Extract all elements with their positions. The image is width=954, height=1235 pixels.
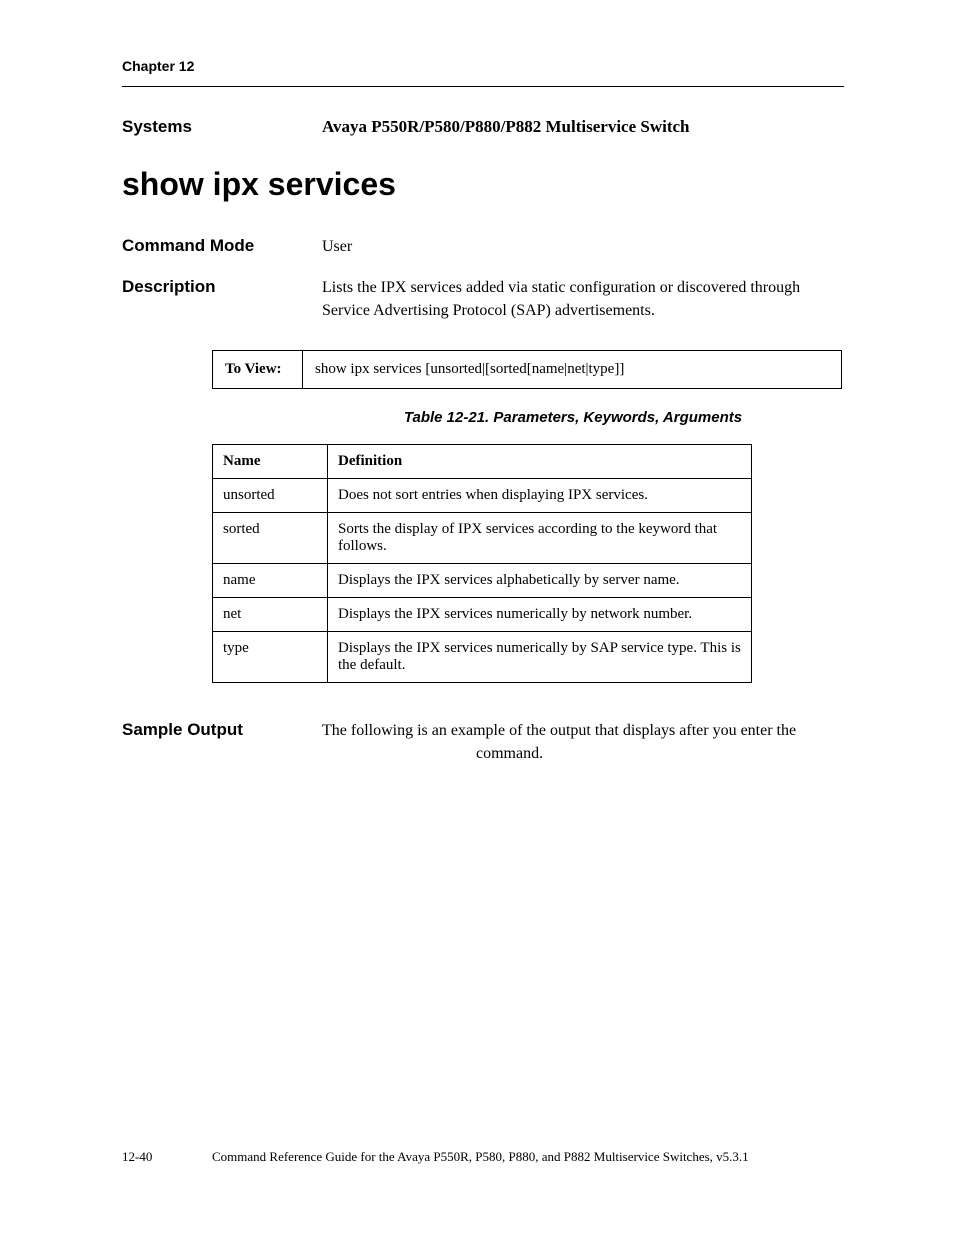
table-row: name Displays the IPX services alphabeti… <box>213 564 752 598</box>
header-rule <box>122 86 844 87</box>
command-mode-value: User <box>322 235 844 258</box>
view-label-cell: To View: <box>213 351 303 389</box>
description-label: Description <box>122 277 322 297</box>
chapter-label: Chapter 12 <box>122 58 844 74</box>
param-definition: Displays the IPX services alphabetically… <box>328 564 752 598</box>
param-name: sorted <box>213 513 328 564</box>
sample-output-text-before: The following is an example of the outpu… <box>322 722 796 739</box>
sample-output-text: The following is an example of the outpu… <box>322 719 844 765</box>
systems-row: Systems Avaya P550R/P580/P880/P882 Multi… <box>122 115 844 140</box>
table-row: To View: show ipx services [unsorted|[so… <box>213 351 842 389</box>
table-row: type Displays the IPX services numerical… <box>213 632 752 683</box>
table-row: sorted Sorts the display of IPX services… <box>213 513 752 564</box>
param-table: Name Definition unsorted Does not sort e… <box>212 444 752 683</box>
view-table: To View: show ipx services [unsorted|[so… <box>212 350 842 389</box>
param-name: name <box>213 564 328 598</box>
page-number: 12-40 <box>122 1149 212 1165</box>
param-definition: Sorts the display of IPX services accord… <box>328 513 752 564</box>
table-header-row: Name Definition <box>213 445 752 479</box>
sample-output-label: Sample Output <box>122 720 322 740</box>
header-definition: Definition <box>328 445 752 479</box>
param-definition: Does not sort entries when displaying IP… <box>328 479 752 513</box>
footer-text: Command Reference Guide for the Avaya P5… <box>212 1149 844 1165</box>
table-row: net Displays the IPX services numericall… <box>213 598 752 632</box>
page-title: show ipx services <box>122 166 844 203</box>
command-mode-label: Command Mode <box>122 236 322 256</box>
param-name: unsorted <box>213 479 328 513</box>
systems-value: Avaya P550R/P580/P880/P882 Multiservice … <box>322 115 844 140</box>
page-footer: 12-40 Command Reference Guide for the Av… <box>122 1149 844 1165</box>
description-row: Description Lists the IPX services added… <box>122 276 844 322</box>
systems-label: Systems <box>122 117 322 137</box>
param-definition: Displays the IPX services numerically by… <box>328 598 752 632</box>
sample-output-row: Sample Output The following is an exampl… <box>122 719 844 765</box>
view-command-cell: show ipx services [unsorted|[sorted[name… <box>303 351 842 389</box>
table-caption: Table 12-21. Parameters, Keywords, Argum… <box>302 409 844 426</box>
command-mode-row: Command Mode User <box>122 235 844 258</box>
param-definition: Displays the IPX services numerically by… <box>328 632 752 683</box>
table-row: unsorted Does not sort entries when disp… <box>213 479 752 513</box>
param-name: type <box>213 632 328 683</box>
description-value: Lists the IPX services added via static … <box>322 276 844 322</box>
param-name: net <box>213 598 328 632</box>
sample-output-text-after: command. <box>476 745 543 762</box>
header-name: Name <box>213 445 328 479</box>
